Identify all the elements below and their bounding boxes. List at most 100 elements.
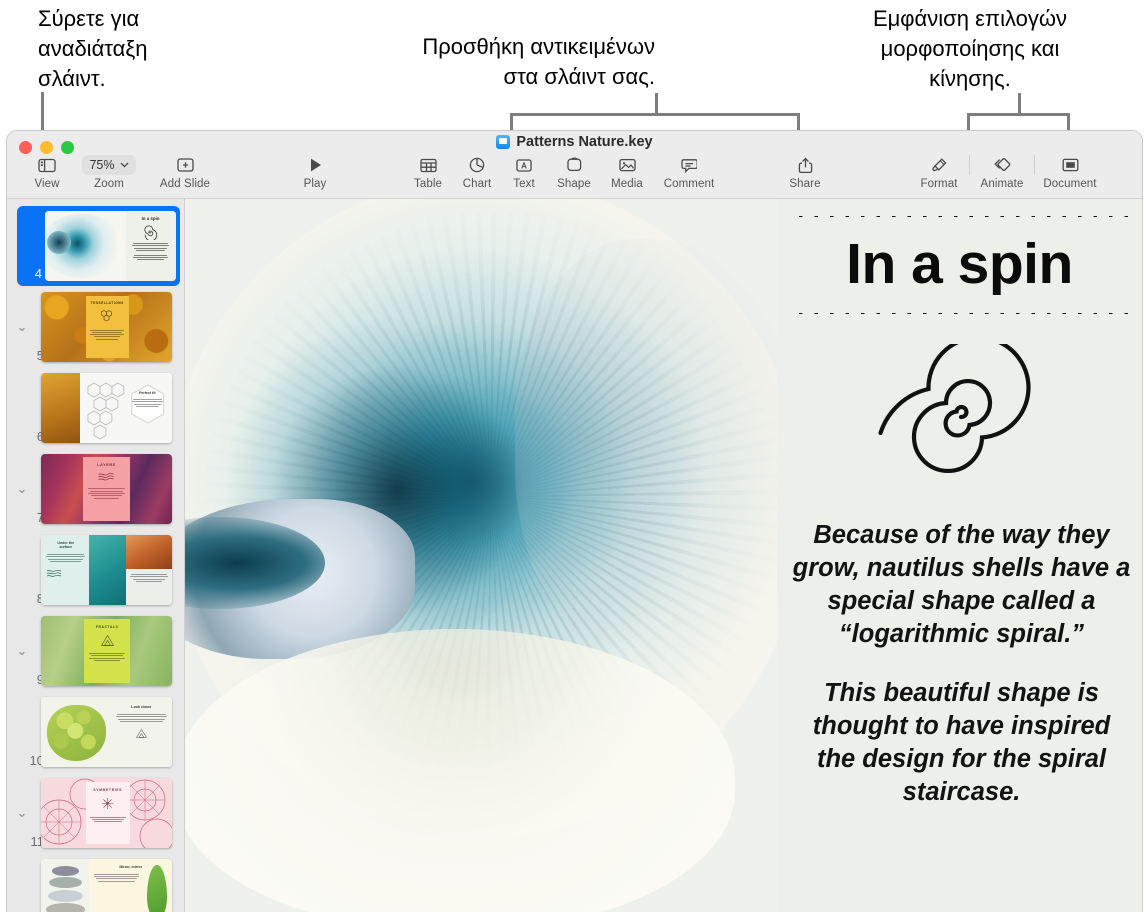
shape-icon: [566, 155, 583, 175]
spiral-graphic[interactable]: [777, 344, 1142, 494]
slide-thumbnail-9[interactable]: ⌄ 9 FRACTALS: [7, 610, 184, 691]
toolbar-text[interactable]: A Text: [501, 153, 547, 190]
document-title: Patterns Nature.key: [7, 134, 1142, 150]
keynote-file-icon: [496, 135, 511, 149]
document-title-text: Patterns Nature.key: [516, 134, 653, 150]
slide-thumbnail-5[interactable]: ⌄ 5 TESSELLATIONS: [7, 286, 184, 367]
slide-navigator[interactable]: 4 In a spin ⌄ TESSELLATIONS Perfect fit …: [7, 199, 185, 912]
toolbar-comment-label: Comment: [663, 178, 715, 190]
play-icon: [308, 155, 323, 175]
toolbar-view[interactable]: View: [19, 153, 75, 190]
slide-number: 4: [34, 266, 42, 281]
zoom-pill[interactable]: 75%: [82, 155, 136, 175]
leader-line-right-stem: [1018, 93, 1021, 115]
thumbnail-image: Mirror, mirror: [41, 859, 172, 912]
toolbar: View 75% Zoom Add Slide Play Table Chart…: [7, 153, 1142, 199]
slide-number: 6: [14, 429, 44, 444]
thumbnail-image: Under the surface: [41, 535, 172, 605]
toolbar-add-slide-label: Add Slide: [159, 178, 211, 190]
toolbar-animate[interactable]: Animate: [970, 153, 1034, 190]
toolbar-add-slide[interactable]: Add Slide: [143, 153, 227, 190]
chevron-down-icon[interactable]: ⌄: [15, 319, 29, 334]
share-icon: [798, 155, 813, 175]
toolbar-media[interactable]: Media: [601, 153, 653, 190]
slide-text-pane: In a spin Because of the way they grow, …: [777, 199, 1142, 912]
toolbar-zoom-label: Zoom: [94, 178, 124, 190]
nautilus-shell-image[interactable]: [185, 199, 777, 912]
slide-thumbnail-10[interactable]: 10 Look closer: [7, 691, 184, 772]
text-box-icon: A: [516, 155, 532, 175]
slide-thumbnail-4[interactable]: 4 In a spin: [7, 205, 184, 286]
toolbar-play-label: Play: [303, 178, 327, 190]
slide-number: 9: [14, 672, 44, 687]
chevron-down-icon[interactable]: ⌄: [15, 805, 29, 820]
toolbar-format[interactable]: Format: [909, 153, 969, 190]
slide-thumbnail-6[interactable]: 6: [7, 367, 184, 448]
toolbar-play[interactable]: Play: [289, 153, 341, 190]
zoom-value: 75%: [89, 158, 115, 172]
media-icon: [618, 155, 636, 175]
slide-title[interactable]: In a spin: [777, 231, 1142, 297]
plus-box-icon: [176, 155, 194, 175]
slide-canvas[interactable]: In a spin Because of the way they grow, …: [185, 199, 1142, 912]
toolbar-shape-label: Shape: [557, 178, 591, 190]
dotted-divider-top: [793, 214, 1132, 219]
chevron-down-icon: [120, 162, 128, 168]
window-titlebar: Patterns Nature.key View 75% Zoom Add Sl…: [7, 131, 1142, 199]
leader-line-mid-stem: [655, 93, 658, 115]
slide-number: 7: [14, 510, 44, 525]
toolbar-format-label: Format: [920, 178, 958, 190]
slide-number: 8: [14, 591, 44, 606]
toolbar-share[interactable]: Share: [777, 153, 833, 190]
slide-paragraph-2[interactable]: This beautiful shape is thought to have …: [791, 677, 1132, 809]
slide-thumbnail-7[interactable]: ⌄ 7 LAYERS: [7, 448, 184, 529]
slide-number: 11: [30, 834, 45, 849]
toolbar-chart[interactable]: Chart: [453, 153, 501, 190]
thumbnail-image: Look closer: [41, 697, 172, 767]
slide-number: 10: [29, 753, 44, 768]
toolbar-animate-label: Animate: [980, 178, 1024, 190]
keynote-window: Patterns Nature.key View 75% Zoom Add Sl…: [6, 130, 1143, 912]
callout-add-objects: Προσθήκη αντικειμένων στα σλάιντ σας.: [422, 34, 655, 89]
toolbar-media-label: Media: [611, 178, 643, 190]
toolbar-table[interactable]: Table: [403, 153, 453, 190]
window-body: 4 In a spin ⌄ TESSELLATIONS Perfect fit …: [7, 199, 1142, 912]
thumbnail-image: TESSELLATIONS: [41, 292, 172, 362]
screenshot-root: Σύρετε για αναδιάταξη σλάιντ. Προσθήκη α…: [0, 0, 1144, 912]
toolbar-document[interactable]: Document: [1035, 153, 1105, 190]
chevron-down-icon[interactable]: ⌄: [15, 481, 29, 496]
slide-number: 5: [14, 348, 44, 363]
sidebar-icon: [38, 155, 56, 175]
format-brush-icon: [931, 155, 948, 175]
table-icon: [419, 155, 437, 175]
toolbar-view-label: View: [34, 178, 60, 190]
slide-thumbnail-12[interactable]: 12 Mirror, mirror: [7, 853, 184, 912]
thumbnail-image: In a spin: [45, 211, 176, 281]
slide-thumbnail-11[interactable]: ⌄ 11 SYMMETRIES: [7, 772, 184, 853]
chevron-down-icon[interactable]: ⌄: [15, 643, 29, 658]
toolbar-comment[interactable]: Comment: [653, 153, 725, 190]
svg-text:A: A: [521, 161, 527, 170]
toolbar-shape[interactable]: Shape: [547, 153, 601, 190]
leader-bracket-mid: [510, 113, 800, 131]
thumbnail-image: FRACTALS: [41, 616, 172, 686]
leader-bracket-right: [967, 113, 1070, 131]
toolbar-table-label: Table: [414, 178, 442, 190]
comment-icon: [681, 155, 697, 175]
toolbar-text-label: Text: [513, 178, 535, 190]
toolbar-document-label: Document: [1043, 178, 1097, 190]
thumbnail-image: SYMMETRIES: [41, 778, 172, 848]
current-slide: In a spin Because of the way they grow, …: [185, 199, 1142, 912]
toolbar-zoom[interactable]: 75% Zoom: [75, 153, 143, 190]
dotted-divider-bottom: [793, 311, 1132, 316]
callout-format-animate: Εμφάνιση επιλογών μορφοποίησης και κίνησ…: [872, 6, 1068, 91]
toolbar-chart-label: Chart: [462, 178, 492, 190]
callout-reorder-slides: Σύρετε για αναδιάταξη σλάιντ.: [38, 6, 148, 91]
chart-icon: [469, 155, 485, 175]
slide-thumbnail-8[interactable]: 8 Under thesurface: [7, 529, 184, 610]
slide-paragraph-1[interactable]: Because of the way they grow, nautilus s…: [791, 519, 1132, 651]
thumbnail-image: Perfect fit: [41, 373, 172, 443]
animate-icon: [993, 155, 1012, 175]
toolbar-share-label: Share: [789, 178, 821, 190]
document-icon: [1062, 155, 1079, 175]
